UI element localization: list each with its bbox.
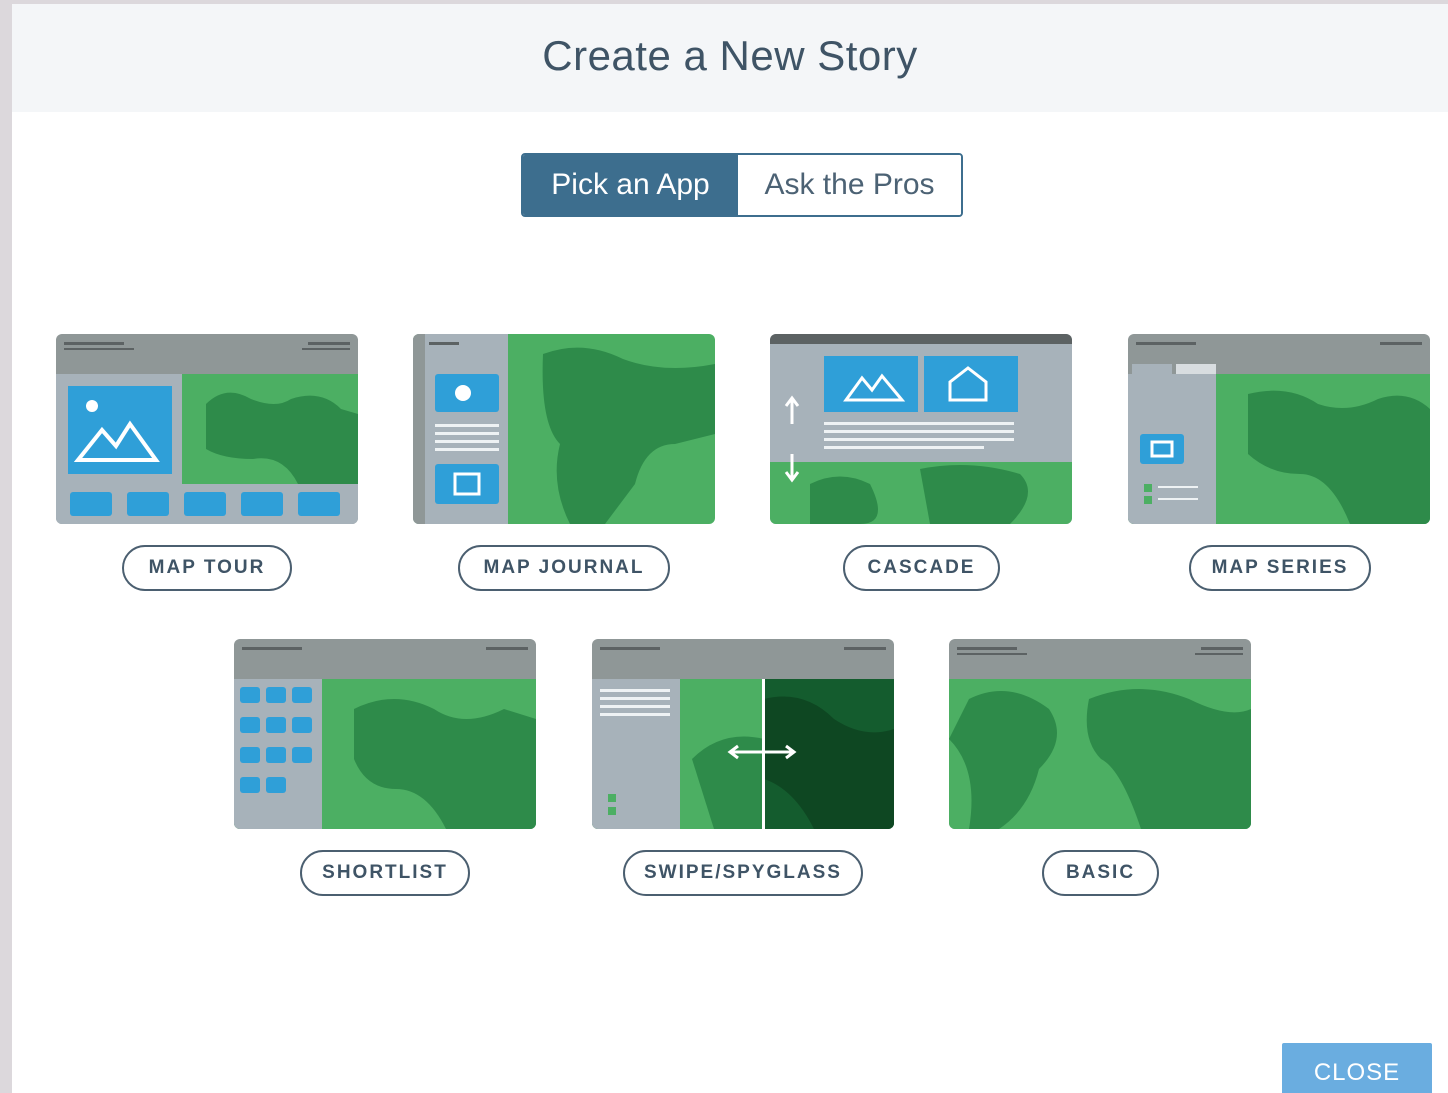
swipe-spyglass-thumbnail[interactable] bbox=[592, 639, 894, 829]
map-journal-button[interactable]: MAP JOURNAL bbox=[458, 545, 670, 591]
basic-button[interactable]: BASIC bbox=[1042, 850, 1159, 896]
shortlist-button[interactable]: SHORTLIST bbox=[300, 850, 470, 896]
dialog-header: Create a New Story bbox=[12, 4, 1448, 112]
cascade-button[interactable]: CASCADE bbox=[843, 545, 1000, 591]
create-story-dialog: Create a New Story Pick an App Ask the P… bbox=[12, 4, 1448, 1093]
map-series-thumbnail[interactable] bbox=[1128, 334, 1430, 524]
map-journal-thumbnail[interactable] bbox=[413, 334, 715, 524]
map-tour-button[interactable]: MAP TOUR bbox=[122, 545, 292, 591]
basic-thumbnail[interactable] bbox=[949, 639, 1251, 829]
map-tour-thumbnail[interactable] bbox=[56, 334, 358, 524]
close-button[interactable]: CLOSE bbox=[1282, 1043, 1432, 1093]
dialog-title: Create a New Story bbox=[542, 32, 918, 79]
map-series-button[interactable]: MAP SERIES bbox=[1189, 545, 1371, 591]
tab-pick-an-app[interactable]: Pick an App bbox=[523, 155, 738, 215]
tab-ask-the-pros[interactable]: Ask the Pros bbox=[738, 155, 961, 215]
shortlist-thumbnail[interactable] bbox=[234, 639, 536, 829]
swipe-spyglass-button[interactable]: SWIPE/SPYGLASS bbox=[623, 850, 863, 896]
cascade-thumbnail[interactable] bbox=[770, 334, 1072, 524]
mode-toggle: Pick an App Ask the Pros bbox=[521, 153, 963, 217]
